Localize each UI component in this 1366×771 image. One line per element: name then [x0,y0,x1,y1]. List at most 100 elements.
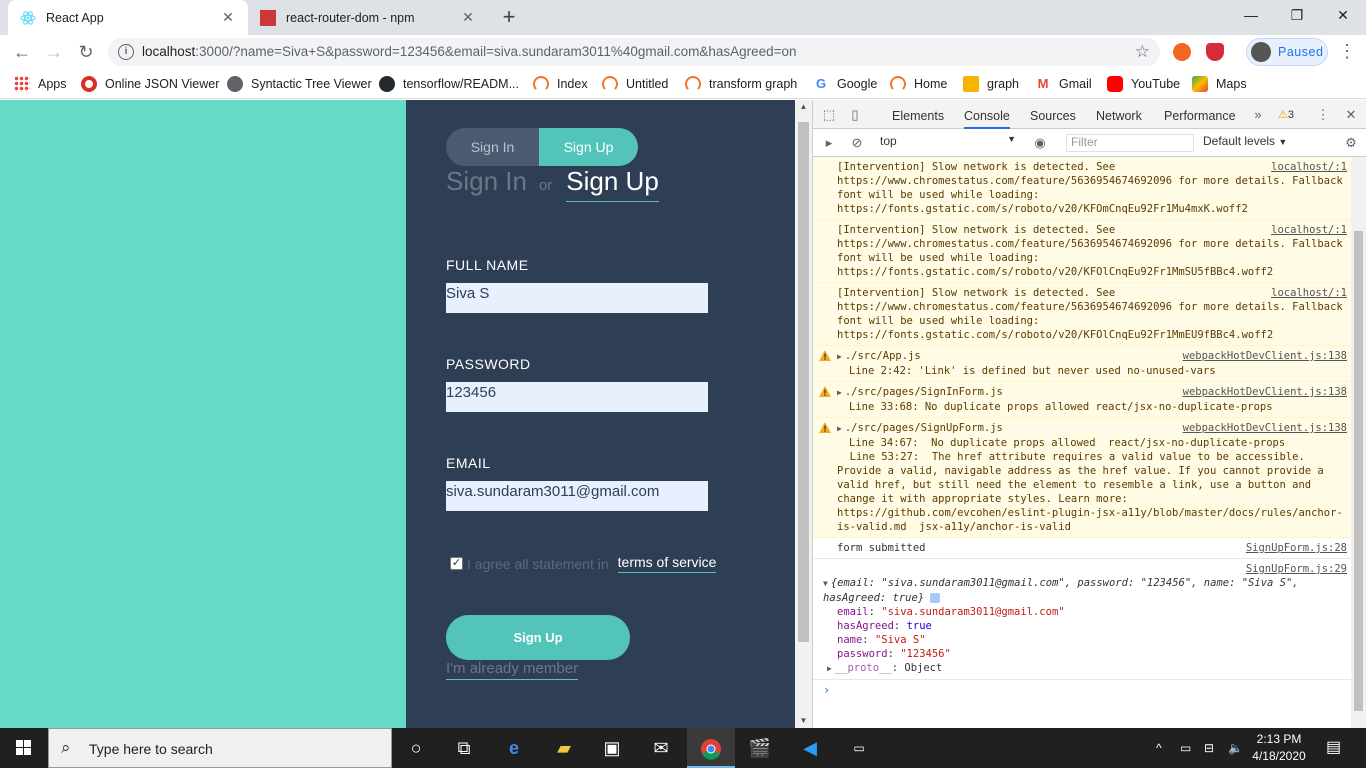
warnings-badge[interactable]: ⚠3 [1275,107,1297,123]
close-window-button[interactable]: ✕ [1320,0,1366,30]
new-tab-button[interactable]: + [497,4,521,30]
bookmark-gmail[interactable]: M Gmail [1035,75,1092,93]
console-settings-gear-icon[interactable]: ⚙ [1343,135,1359,151]
bookmark-tensorflow[interactable]: tensorflow/READM... [379,75,519,93]
heading-signin-link[interactable]: Sign In [446,166,527,197]
bookmark-youtube[interactable]: YouTube [1107,75,1180,93]
devtools-menu-icon[interactable]: ⋮ [1315,107,1331,123]
close-tab-icon[interactable]: ✕ [220,9,236,26]
info-badge-icon[interactable] [930,593,941,603]
volume-icon[interactable]: 🔈 [1228,728,1243,768]
bookmark-graph[interactable]: graph [963,75,1019,93]
task-view-icon[interactable]: ⧉ [440,728,488,768]
already-member-link[interactable]: I'm already member [446,660,579,680]
context-select[interactable]: top ▼ [880,134,1016,152]
devtools-tab-performance[interactable]: Performance [1164,100,1236,129]
message-source-link[interactable]: webpackHotDevClient.js:138 [1183,421,1347,435]
more-tabs-icon[interactable]: » [1250,107,1266,123]
start-button[interactable] [0,728,48,768]
message-source-link[interactable]: webpackHotDevClient.js:138 [1183,385,1347,399]
bookmark-online-json-viewer[interactable]: Online JSON Viewer [81,75,219,93]
signup-submit-button[interactable]: Sign Up [446,615,630,660]
object-preview-row[interactable]: ▼ {email: "siva.sundaram3011@gmail.com", … [823,576,1347,605]
close-tab-icon[interactable]: ✕ [460,9,476,26]
inspect-element-icon[interactable]: ⬚ [821,107,837,123]
minimize-button[interactable]: — [1228,0,1274,30]
movies-icon[interactable]: 🎬 [736,728,784,768]
expand-triangle-icon[interactable]: ▶ [837,424,842,433]
page-scrollbar[interactable]: ▲ ▼ [795,100,812,728]
expand-triangle-icon[interactable]: ▶ [827,664,832,673]
live-expression-eye-icon[interactable]: ◉ [1032,135,1048,151]
tab-react-router-dom[interactable]: react-router-dom - npm ✕ [248,0,488,35]
devtools-tab-network[interactable]: Network [1096,100,1142,129]
info-icon[interactable]: i [118,44,134,60]
device-toolbar-icon[interactable]: ▯ [847,107,863,123]
bookmark-transform-graph[interactable]: transform graph [685,75,797,93]
message-source-link[interactable]: localhost/:1 [1271,223,1347,237]
agree-checkbox[interactable]: ✓ [450,557,463,570]
show-hidden-icons-icon[interactable]: ^ [1156,728,1162,768]
devtools-tab-console[interactable]: Console [964,100,1010,129]
scroll-up-arrow-icon[interactable]: ▲ [795,100,812,114]
bookmark-untitled[interactable]: Untitled [602,75,668,93]
bookmark-home[interactable]: Home [890,75,947,93]
console-filter-input[interactable]: Filter [1066,134,1194,152]
taskbar-search-box[interactable]: ⌕ Type here to search [48,728,392,768]
sidebar-toggle-icon[interactable]: ▸ [821,135,837,151]
edge-icon[interactable]: e [490,728,538,768]
vscode-icon[interactable]: ◀ [786,728,834,768]
terminal-icon[interactable]: ▭ [835,728,883,768]
profile-button[interactable]: Paused [1246,38,1328,66]
bookmark-index[interactable]: Index [533,75,588,93]
mail-icon[interactable]: ✉ [637,728,685,768]
file-explorer-icon[interactable]: ▰ [540,728,588,768]
chrome-taskbar-icon[interactable] [687,728,735,768]
network-icon[interactable]: ⊟ [1204,728,1214,768]
console-scrollbar[interactable] [1351,157,1366,728]
switch-signin-button[interactable]: Sign In [446,128,539,166]
browser-menu-icon[interactable]: ⋮ [1338,40,1356,64]
devtools-tab-elements[interactable]: Elements [892,100,944,129]
bookmark-google[interactable]: G Google [813,75,877,93]
switch-signup-button[interactable]: Sign Up [539,128,638,166]
object-proto-row[interactable]: ▶ __proto__: Object [827,661,1347,676]
scroll-down-arrow-icon[interactable]: ▼ [795,714,812,728]
terms-link[interactable]: terms of service [617,554,717,573]
address-bar[interactable]: i localhost:3000/?name=Siva+S&password=1… [108,38,1160,66]
devtools-tab-sources[interactable]: Sources [1030,100,1076,129]
taskbar-clock[interactable]: 2:13 PM 4/18/2020 [1246,731,1312,765]
notifications-icon[interactable]: ▤ [1326,728,1341,768]
heading-signup-link[interactable]: Sign Up [566,166,659,202]
console-prompt-input[interactable]: › [813,680,1351,700]
back-button[interactable]: ← [10,40,34,64]
password-input[interactable]: 123456 [446,382,708,412]
email-input[interactable]: siva.sundaram3011@gmail.com [446,481,708,511]
extension-icon[interactable] [1173,43,1191,61]
bookmark-maps[interactable]: Maps [1192,75,1247,93]
store-icon[interactable]: ▣ [588,728,636,768]
bookmark-syntactic-tree-viewer[interactable]: Syntactic Tree Viewer [227,75,372,93]
forward-button[interactable]: → [42,40,66,64]
maximize-button[interactable]: ❐ [1274,0,1320,30]
battery-icon[interactable]: ▭ [1180,728,1191,768]
message-source-link[interactable]: webpackHotDevClient.js:138 [1183,349,1347,363]
tab-react-app[interactable]: React App ✕ [8,0,248,35]
fullname-input[interactable]: Siva S [446,283,708,313]
scrollbar-thumb[interactable] [1354,231,1363,711]
bookmark-star-icon[interactable]: ☆ [1135,42,1150,62]
message-source-link[interactable]: localhost/:1 [1271,286,1347,300]
close-devtools-icon[interactable]: ✕ [1343,107,1359,123]
clear-console-icon[interactable]: ⊘ [849,135,865,151]
message-source-link[interactable]: localhost/:1 [1271,160,1347,174]
cortana-icon[interactable]: ○ [392,728,440,768]
reload-button[interactable]: ↻ [74,40,98,64]
bookmark-apps[interactable]: Apps [14,75,67,93]
expand-triangle-icon[interactable]: ▶ [837,352,842,361]
collapse-triangle-icon[interactable]: ▼ [823,579,828,588]
scrollbar-thumb[interactable] [798,122,809,642]
message-source-link[interactable]: SignUpForm.js:28 [1246,541,1347,555]
shield-extension-icon[interactable] [1206,43,1224,61]
log-levels-select[interactable]: Default levels ▼ [1203,134,1287,148]
url-text[interactable]: localhost:3000/?name=Siva+S&password=123… [142,44,797,59]
